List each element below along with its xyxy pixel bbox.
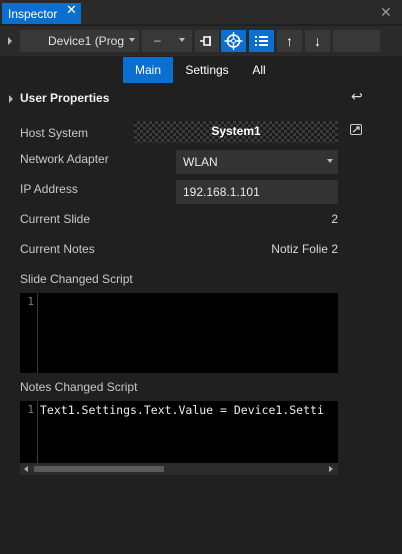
target-button[interactable]: [221, 30, 246, 52]
network-adapter-select[interactable]: WLAN: [176, 150, 338, 174]
scroll-right-icon[interactable]: [329, 466, 333, 472]
tab-all[interactable]: All: [240, 57, 278, 83]
list-button[interactable]: [249, 30, 274, 52]
ip-address-label: IP Address: [20, 182, 78, 196]
edit-link-icon[interactable]: [350, 124, 362, 135]
host-system-value: System1: [211, 124, 261, 138]
scroll-left-icon[interactable]: [24, 466, 28, 472]
arrow-up-icon: ↑: [286, 33, 293, 49]
current-notes-label: Current Notes: [20, 242, 95, 256]
pin-button[interactable]: [195, 30, 219, 52]
toolbar-empty-button[interactable]: [333, 30, 380, 52]
expand-toolbar-icon[interactable]: [8, 37, 12, 45]
close-icon[interactable]: ✕: [380, 4, 392, 21]
tab-title: Inspector: [8, 7, 58, 21]
notes-script-code: Text1.Settings.Text.Value = Device1.Sett…: [40, 403, 324, 417]
current-slide-value: 2: [331, 212, 338, 226]
host-system-label: Host System: [20, 126, 89, 140]
scrollbar-thumb[interactable]: [34, 466, 164, 472]
ip-address-field[interactable]: 192.168.1.101: [176, 180, 338, 204]
move-down-button[interactable]: ↓: [305, 30, 330, 52]
tab-main[interactable]: Main: [123, 57, 173, 83]
notes-script-label: Notes Changed Script: [20, 380, 138, 394]
collapse-icon[interactable]: [9, 95, 13, 103]
section-title: User Properties: [20, 91, 110, 105]
tab-settings[interactable]: Settings: [177, 57, 237, 83]
device-select[interactable]: Device1 (Prog: [20, 30, 139, 52]
slide-script-editor[interactable]: [20, 293, 338, 373]
arrow-down-icon: ↓: [314, 33, 321, 49]
chevron-down-icon: [179, 38, 185, 42]
slide-script-label: Slide Changed Script: [20, 272, 133, 286]
list-icon: [255, 36, 268, 46]
chevron-down-icon: [327, 159, 333, 163]
tab-close-icon[interactable]: ✕: [66, 2, 77, 18]
gutter-divider: [37, 293, 38, 373]
move-up-button[interactable]: ↑: [277, 30, 302, 52]
link-arrow-icon: [352, 126, 360, 133]
current-slide-label: Current Slide: [20, 212, 91, 226]
return-icon[interactable]: ↩: [351, 88, 363, 105]
network-adapter-label: Network Adapter: [20, 152, 109, 166]
line-number: 1: [20, 403, 37, 461]
chevron-down-icon: [129, 38, 135, 42]
gutter-divider: [37, 401, 38, 463]
pin-icon: [200, 36, 211, 46]
current-notes-value: Notiz Folie 2: [271, 242, 338, 256]
target-icon: [224, 32, 243, 50]
line-number: 1: [20, 295, 37, 371]
